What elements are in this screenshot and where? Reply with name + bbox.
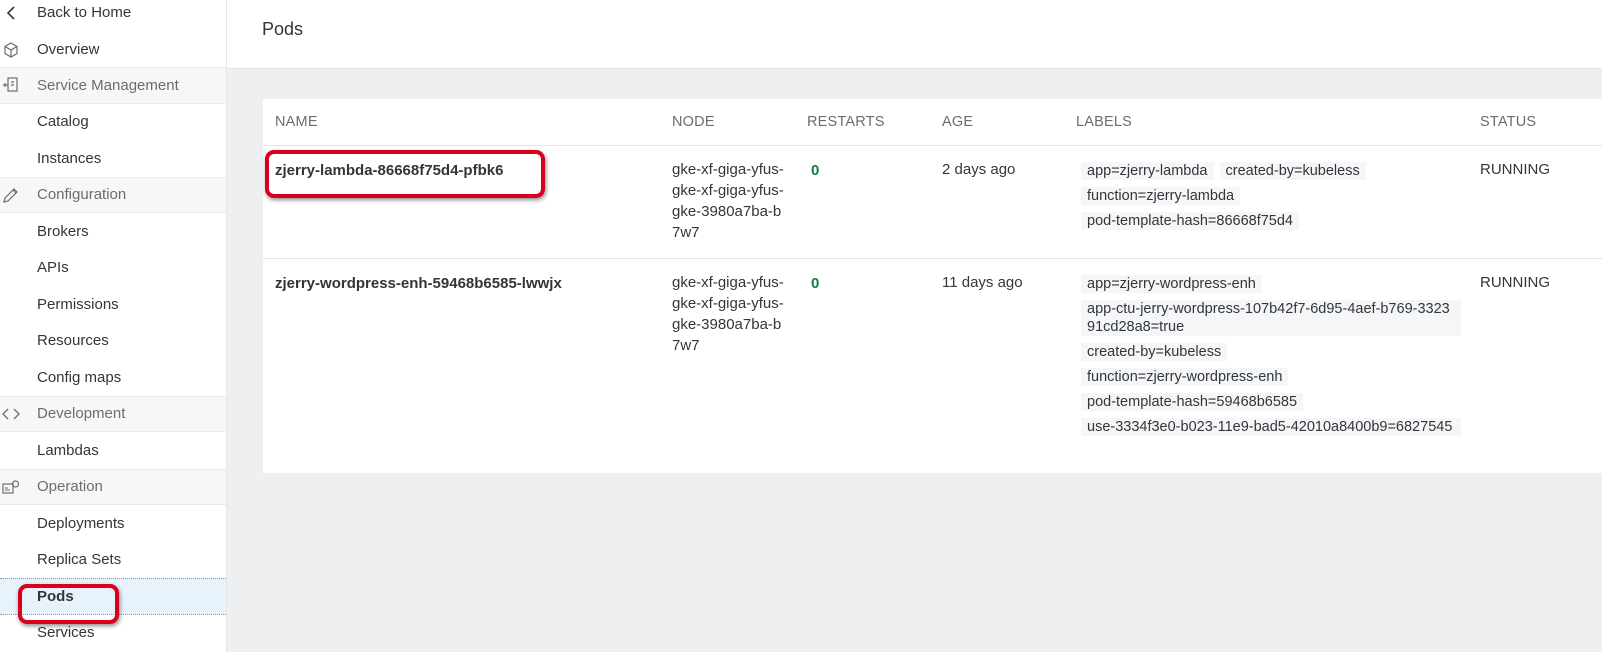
sidebar-item-brokers[interactable]: Brokers	[0, 213, 226, 250]
sidebar-item-services[interactable]: Services	[0, 615, 226, 652]
sidebar-item-label: Services	[37, 624, 95, 642]
code-icon	[2, 405, 20, 423]
sidebar-item-label: Brokers	[37, 222, 89, 240]
label-badge: pod-template-hash=59468b6585	[1081, 393, 1304, 411]
sidebar-item-label: Deployments	[37, 514, 125, 532]
sidebar-section-service-management[interactable]: Service Management	[0, 67, 226, 104]
sidebar-item-resources[interactable]: Resources	[0, 323, 226, 360]
sidebar-item-config-maps[interactable]: Config maps	[0, 359, 226, 396]
sidebar-item-apis[interactable]: APIs	[0, 250, 226, 287]
chevron-left-icon	[2, 4, 20, 22]
sidebar-item-deployments[interactable]: Deployments	[0, 505, 226, 542]
pods-table: NAME NODE RESTARTS AGE LABELS STATUS zje…	[263, 99, 1602, 473]
pod-restarts: 0	[811, 162, 820, 179]
sidebar-item-label: Catalog	[37, 113, 89, 131]
sidebar-item-label: Service Management	[37, 76, 179, 94]
sidebar-item-instances[interactable]: Instances	[0, 140, 226, 177]
pod-age: 11 days ago	[942, 274, 1023, 291]
sidebar-item-label: Back to Home	[37, 4, 132, 21]
sidebar-item-label: Pods	[37, 587, 74, 605]
pod-node: gke-xf-giga-yfus- gke-xf-giga-yfus- gke-…	[672, 274, 784, 354]
sidebar-item-label: Development	[37, 405, 126, 423]
status-badge: RUNNING	[1480, 274, 1550, 291]
label-badge: app=zjerry-lambda	[1081, 162, 1214, 180]
page-title: Pods	[262, 19, 304, 39]
pod-labels: app=zjerry-lambda created-by=kubeless fun…	[1081, 162, 1461, 237]
column-header-age[interactable]: AGE	[942, 114, 973, 130]
column-header-labels[interactable]: LABELS	[1076, 114, 1132, 130]
sidebar-item-label: Overview	[37, 41, 100, 58]
sidebar-item-overview[interactable]: Overview	[0, 37, 226, 62]
label-badge: app=zjerry-wordpress-enh	[1081, 275, 1262, 293]
sidebar-item-label: Instances	[37, 149, 102, 167]
pod-node: gke-xf-giga-yfus- gke-xf-giga-yfus- gke-…	[672, 161, 784, 241]
status-badge: RUNNING	[1480, 161, 1550, 178]
column-header-node[interactable]: NODE	[672, 114, 715, 130]
sidebar-item-label: APIs	[37, 259, 69, 277]
sidebar: Back to Home Overview Service Management…	[0, 0, 227, 652]
sidebar-item-pods[interactable]: Pods	[0, 578, 226, 615]
label-badge: app-ctu-jerry-wordpress-107b42f7-6d95-4a…	[1081, 300, 1461, 336]
sidebar-item-catalog[interactable]: Catalog	[0, 104, 226, 141]
sidebar-item-permissions[interactable]: Permissions	[0, 286, 226, 323]
label-badge: use-3334f3e0-b023-11e9-bad5-42010a8400b9…	[1081, 418, 1461, 436]
table-row[interactable]: zjerry-wordpress-enh-59468b6585-lwwjx gk…	[263, 259, 1602, 473]
pod-age: 2 days ago	[942, 161, 1016, 178]
sidebar-item-label: Permissions	[37, 295, 119, 313]
sidebar-section-configuration[interactable]: Configuration	[0, 176, 226, 213]
label-badge: function=zjerry-lambda	[1081, 187, 1241, 205]
column-header-restarts[interactable]: RESTARTS	[807, 114, 885, 130]
sidebar-section-operation[interactable]: Operation	[0, 468, 226, 505]
label-badge: created-by=kubeless	[1081, 343, 1228, 361]
sidebar-item-label: Lambdas	[37, 441, 99, 459]
pod-labels: app=zjerry-wordpress-enh app-ctu-jerry-w…	[1081, 275, 1461, 443]
column-header-name[interactable]: NAME	[275, 114, 318, 130]
label-badge: function=zjerry-wordpress-enh	[1081, 368, 1289, 386]
sidebar-item-label: Config maps	[37, 368, 122, 386]
column-header-status[interactable]: STATUS	[1480, 114, 1536, 130]
table-header: NAME NODE RESTARTS AGE LABELS STATUS	[263, 99, 1602, 146]
pod-name-link[interactable]: zjerry-wordpress-enh-59468b6585-lwwjx	[275, 273, 562, 294]
sidebar-item-label: Resources	[37, 332, 109, 350]
sidebar-section-development[interactable]: Development	[0, 395, 226, 432]
pod-restarts: 0	[811, 275, 820, 292]
operation-icon	[2, 478, 20, 496]
label-badge: created-by=kubeless	[1219, 162, 1366, 180]
service-icon	[2, 76, 20, 94]
sidebar-item-replica-sets[interactable]: Replica Sets	[0, 542, 226, 579]
sidebar-item-label: Configuration	[37, 186, 127, 204]
edit-icon	[2, 186, 20, 204]
page-header: Pods	[227, 0, 1602, 69]
label-badge: pod-template-hash=86668f75d4	[1081, 212, 1299, 230]
cube-icon	[2, 41, 20, 59]
sidebar-item-label: Replica Sets	[37, 551, 122, 569]
sidebar-item-lambdas[interactable]: Lambdas	[0, 432, 226, 469]
pod-name-link[interactable]: zjerry-lambda-86668f75d4-pfbk6	[275, 160, 503, 181]
sidebar-item-back[interactable]: Back to Home	[0, 0, 226, 25]
table-row[interactable]: zjerry-lambda-86668f75d4-pfbk6 gke-xf-gi…	[263, 146, 1602, 259]
sidebar-item-label: Operation	[37, 478, 103, 496]
